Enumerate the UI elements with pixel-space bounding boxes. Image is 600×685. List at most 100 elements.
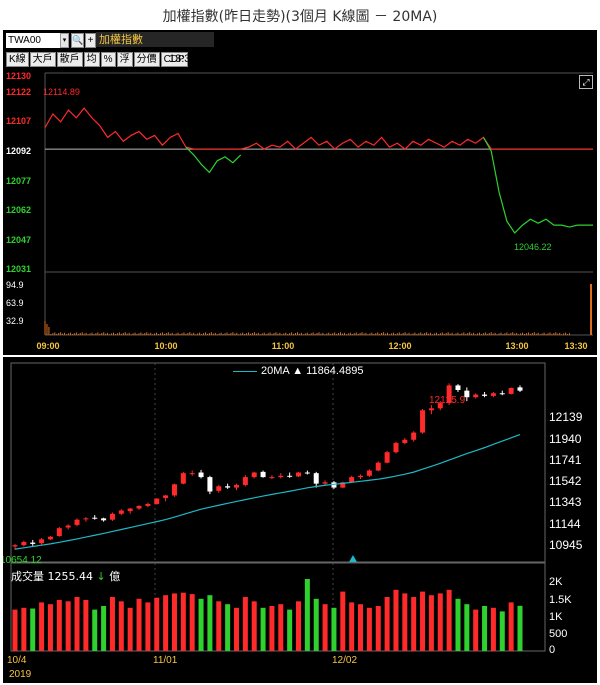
candle-body [145, 503, 151, 506]
candle-body [269, 477, 275, 479]
candle-body [402, 439, 408, 444]
y-tick-label: 12077 [6, 176, 32, 186]
volume-bar [39, 602, 45, 651]
volume-title-unit: 億 [109, 570, 121, 583]
y-tick-label: 12130 [6, 71, 32, 81]
volume-bar [322, 604, 328, 651]
volume-bar [145, 602, 151, 651]
ma20-line [14, 433, 521, 550]
candle-body [278, 475, 284, 478]
candle-body [127, 508, 133, 512]
page-title: 加權指數(昨日走勢)(3個月 K線圖 － 20MA) [162, 9, 438, 25]
kline-chart [10, 362, 546, 652]
volume-title: 成交量 1255.44 ↓ 億 [11, 568, 120, 584]
candle-body [358, 475, 364, 478]
volume-bar [287, 609, 293, 651]
candle-body [499, 393, 505, 395]
candle-body [296, 472, 302, 477]
intraday-chart [44, 72, 593, 336]
volume-bar [411, 597, 417, 651]
down-arrow-icon: ↓ [96, 570, 106, 583]
volume-bar [473, 609, 479, 651]
candle-body [393, 443, 399, 453]
candle-body [154, 498, 160, 504]
x-tick-label: 13:30 [564, 341, 588, 351]
volume-bar [402, 593, 408, 651]
x-tick-label: 12/02 [332, 655, 358, 666]
candle-body [65, 525, 71, 528]
low-label: 10654.12 [3, 555, 42, 566]
y-tick-label: 12092 [6, 146, 32, 156]
volume-bar [260, 607, 266, 651]
candle-body [74, 519, 80, 525]
volume-bar [207, 595, 213, 651]
y-tick-label: 11144 [549, 517, 581, 531]
volume-bar [189, 594, 195, 651]
candle-body [198, 472, 204, 478]
candle-body [242, 477, 248, 485]
high-label: 12114.89 [43, 87, 80, 97]
volume-bar [455, 598, 461, 651]
volume-bar [517, 605, 523, 651]
candle-body [304, 472, 310, 474]
high-label: 12125.9 [429, 395, 466, 406]
candle-body [92, 517, 98, 519]
volume-bar [437, 593, 443, 651]
candle-body [21, 541, 27, 546]
candle-body [109, 513, 115, 520]
x-tick-label: 09:00 [36, 341, 60, 351]
volume-bar [154, 597, 160, 651]
y-tick-label: 10945 [549, 538, 583, 552]
candle-body [260, 471, 266, 478]
volume-title-label: 成交量 [11, 570, 44, 583]
kline-panel: 20MA ▲ 11864.4895 12125.9 10654.12 12139… [3, 357, 597, 683]
candle-body [39, 539, 45, 544]
candle-body [384, 452, 390, 463]
volume-bar [393, 589, 399, 651]
candle-body [171, 484, 177, 496]
volume-bar [490, 607, 496, 651]
candle-body [251, 472, 257, 478]
volume-bar [304, 579, 310, 651]
low-label: 12046.22 [514, 242, 552, 252]
y-tick-label: 12139 [549, 410, 583, 424]
volume-bar [358, 604, 364, 651]
volume-bar [482, 606, 488, 651]
candle-body [56, 528, 62, 537]
volume-bar [428, 595, 434, 651]
x-tick-label: 10/4 [7, 655, 27, 666]
y-tick-label: 12122 [6, 87, 32, 97]
volume-bar [508, 602, 514, 651]
candle-body [216, 486, 222, 491]
candle-body [482, 394, 488, 396]
candle-body [322, 482, 328, 484]
candle-body [455, 385, 461, 390]
volume-tick-label: 500 [549, 628, 568, 640]
volume-bar [313, 598, 319, 651]
y-tick-label: 11741 [549, 453, 582, 467]
volume-bar [242, 597, 248, 651]
candle-body [189, 473, 195, 475]
volume-tick-label: 2K [549, 576, 563, 588]
volume-bar [349, 602, 355, 651]
candle-body [83, 518, 89, 520]
volume-bar [216, 601, 222, 651]
volume-bar [278, 604, 284, 651]
volume-bar [101, 606, 107, 651]
ma-label: 20MA [261, 365, 290, 377]
volume-title-value: 1255.44 [47, 570, 94, 583]
price-line-down [482, 137, 593, 234]
price-line-up [44, 107, 593, 150]
candle-body [207, 477, 213, 492]
volume-bar [56, 599, 62, 651]
volume-bar [331, 607, 337, 651]
x-tick-label: 11:00 [271, 341, 295, 351]
volume-bar [366, 607, 372, 651]
price-line-down [185, 146, 242, 174]
candle-body [420, 410, 426, 433]
y-tick-label: 11343 [549, 495, 582, 509]
volume-tick-label: 94.9 [6, 280, 24, 290]
volume-tick-label: 1K [549, 611, 563, 623]
y-tick-label: 12031 [6, 264, 32, 274]
intraday-panel: TWA00 ▾ 🔍 + 加權指數 K線 大戶 散戶 均 % 浮 分價 CDP 1… [3, 30, 597, 355]
